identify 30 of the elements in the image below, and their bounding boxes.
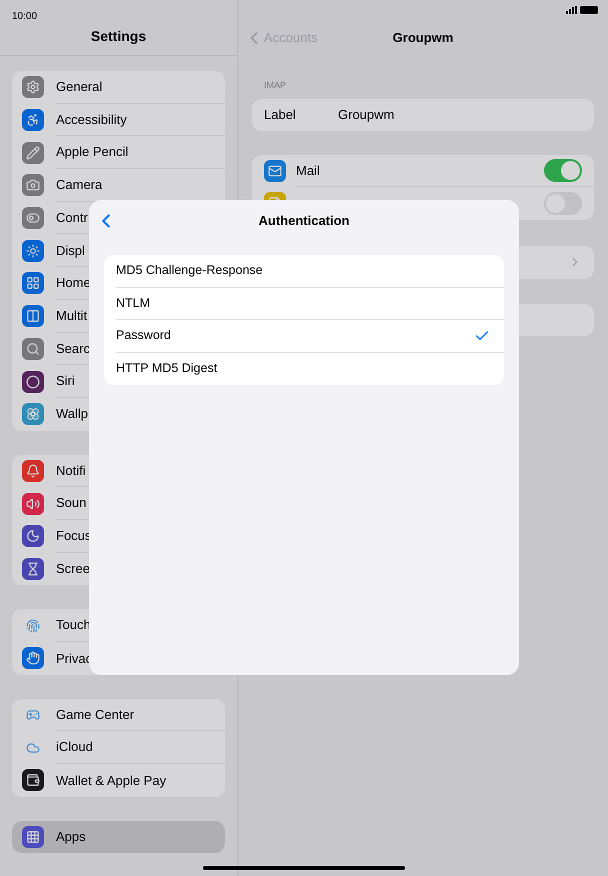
option-label: MD5 Challenge-Response (116, 262, 263, 280)
option-label: HTTP MD5 Digest (116, 360, 218, 378)
item-label: Wallet & Apple Pay (56, 772, 166, 790)
modal-title: Authentication (258, 212, 350, 230)
section-header: IMAP (263, 79, 288, 92)
item-label: Multit (56, 306, 88, 325)
row-label: Label (264, 106, 297, 124)
item-label: Game Center (56, 706, 134, 724)
item-label: Accessibility (56, 110, 127, 129)
item-label: General (56, 78, 102, 96)
toggle-label: Mail (296, 162, 320, 180)
item-label: Contr (56, 208, 88, 227)
item-label: Soun (56, 494, 86, 512)
item-label: Siri (56, 372, 75, 390)
item-label: Notifi (56, 462, 86, 480)
item-label: Home (56, 274, 91, 292)
item-label: Apple Pencil (56, 143, 128, 162)
item-label: Apps (56, 828, 86, 846)
sidebar-title: Settings (90, 27, 146, 46)
page-title: Groupwm (392, 29, 454, 48)
item-label: iCloud (56, 738, 93, 756)
row-value: Groupwm (338, 106, 394, 124)
item-label: Displ (56, 242, 85, 260)
status-time: 10:00 (12, 11, 38, 22)
option-label: NTLM (116, 294, 150, 312)
item-label: Scree (56, 560, 90, 578)
item-label: Searc (56, 340, 90, 358)
item-label: Camera (56, 176, 102, 194)
option-label: Password (116, 327, 171, 344)
item-label: Wallp (56, 405, 88, 424)
